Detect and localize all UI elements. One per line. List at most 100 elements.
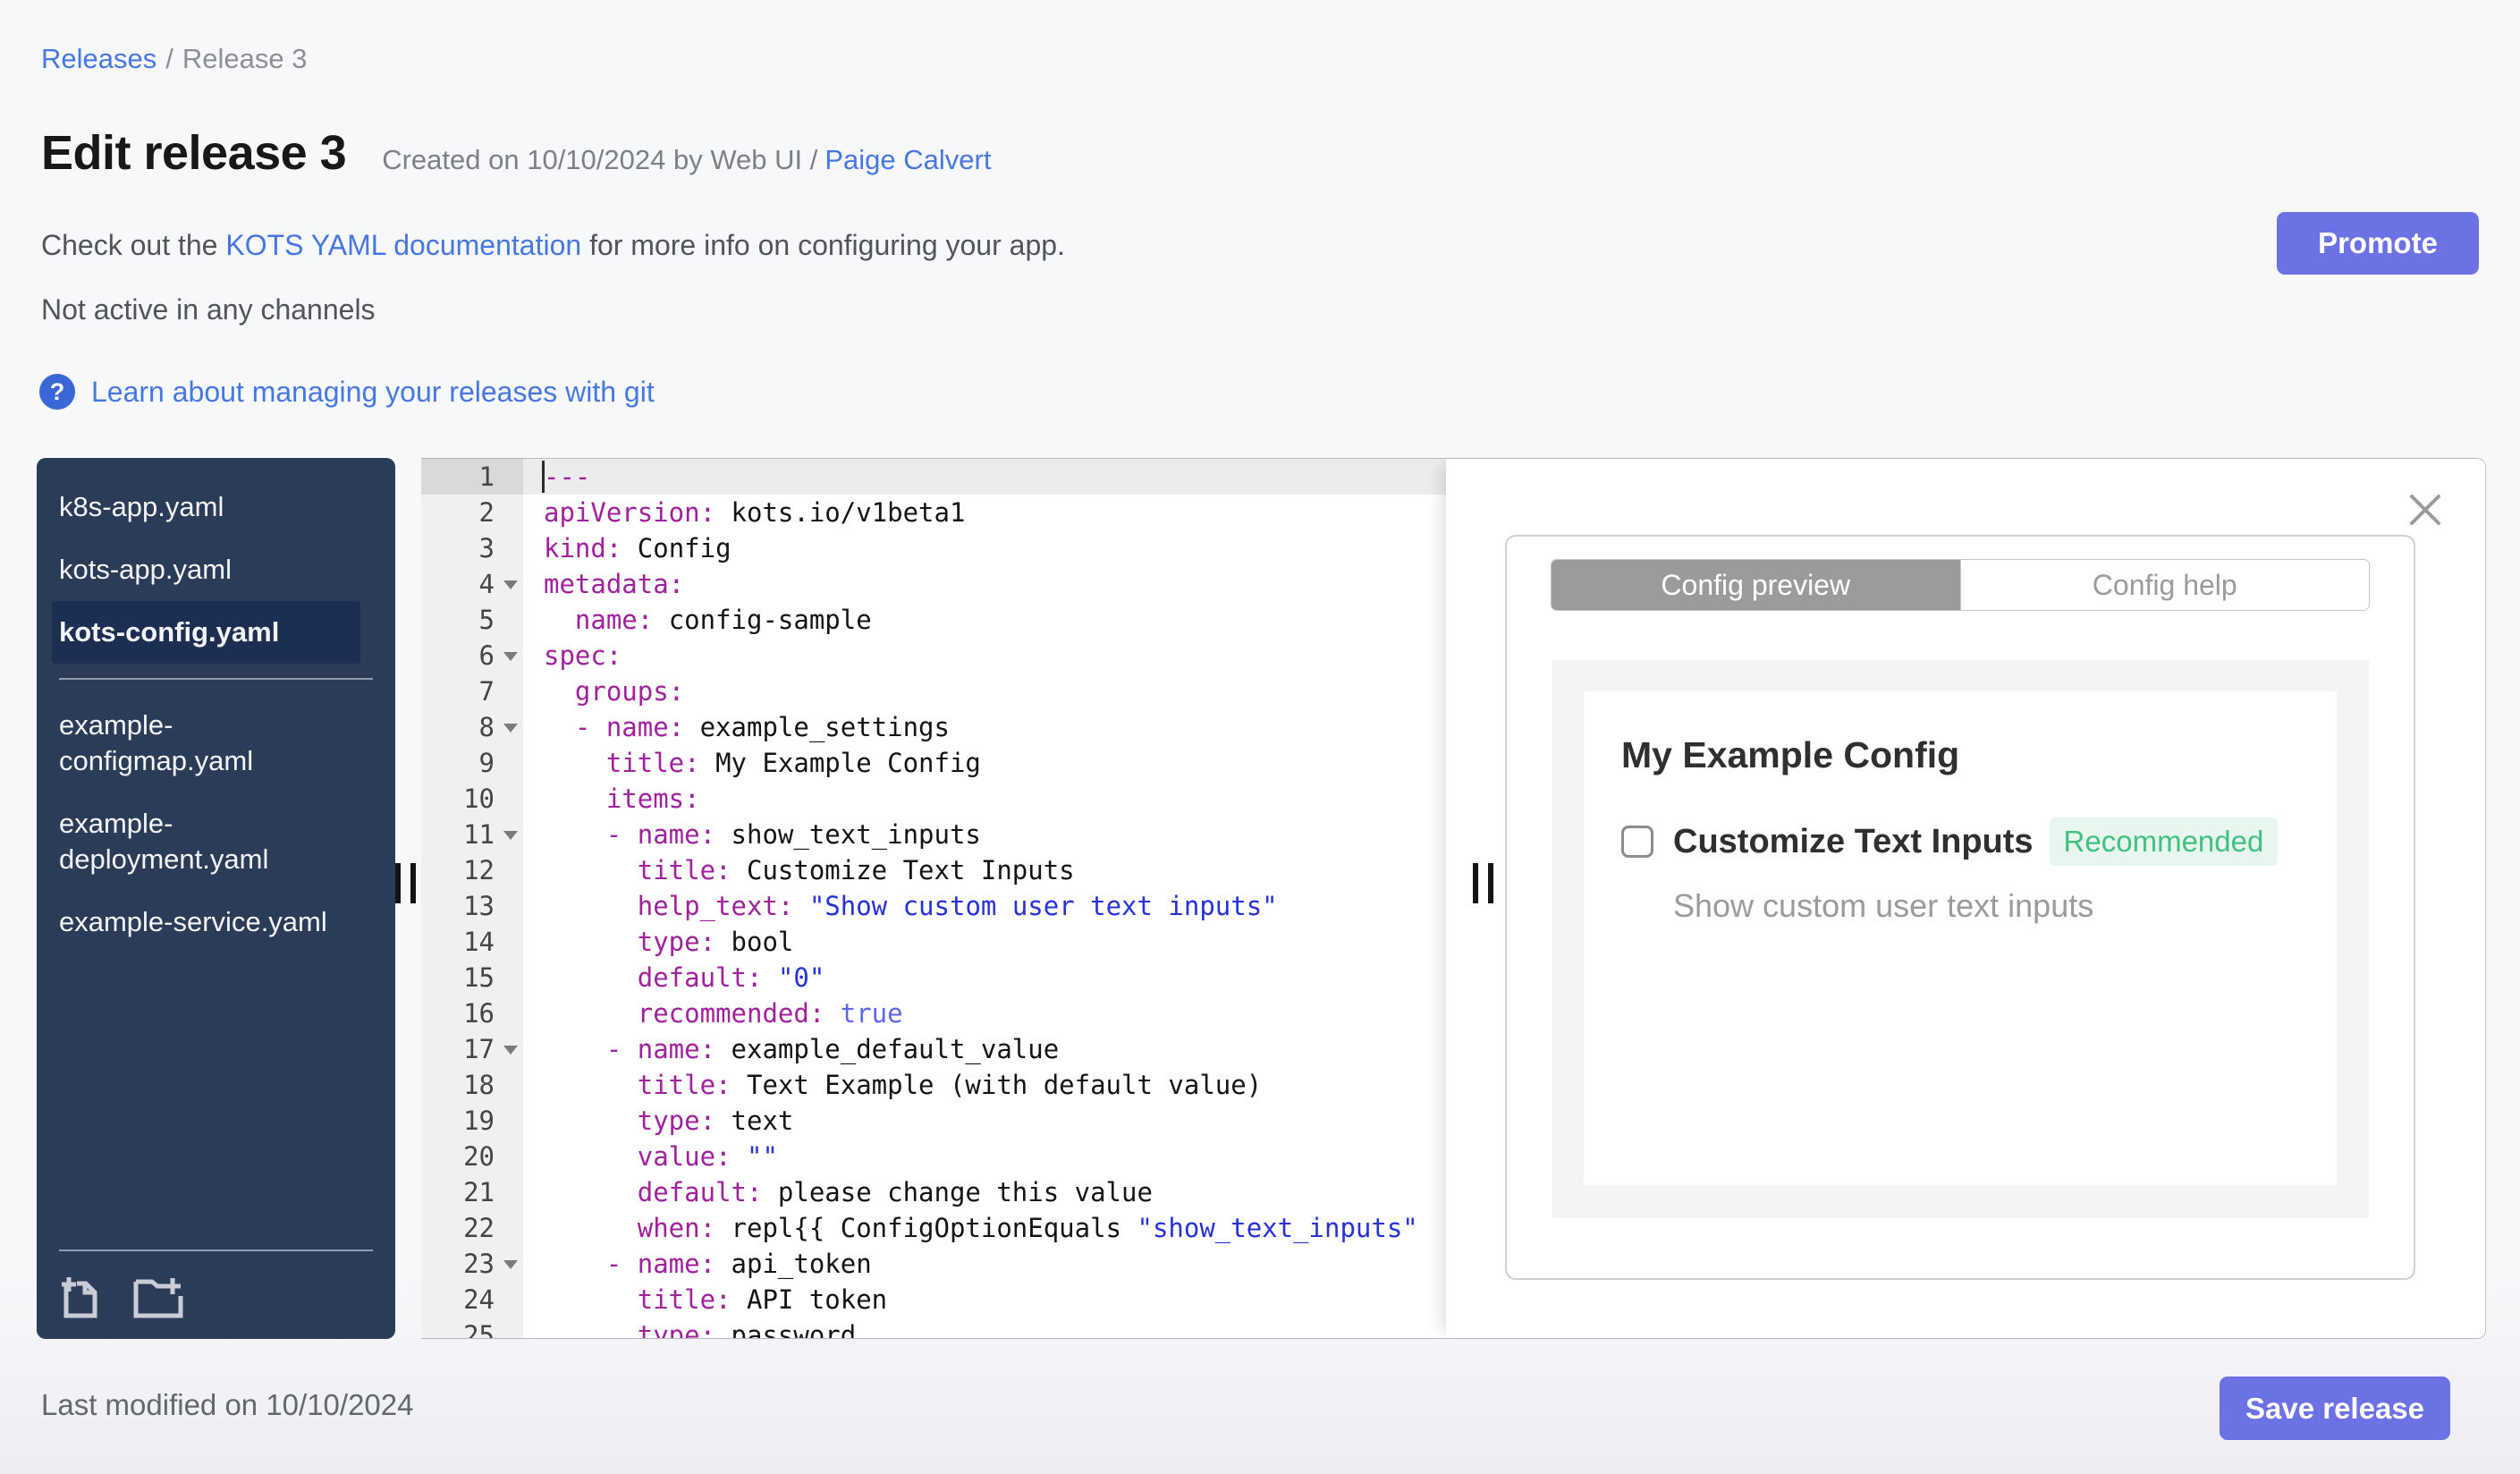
recommended-badge: Recommended [2049, 817, 2279, 866]
gutter-line-2: 2 [478, 497, 495, 528]
code-line-8: - name: example_settings [574, 712, 950, 742]
gutter-line-19: 19 [463, 1106, 495, 1136]
config-item-help: Show custom user text inputs [1673, 887, 2094, 924]
title-row: Edit release 3 Created on 10/10/2024 by … [41, 125, 991, 181]
new-folder-icon[interactable] [132, 1273, 184, 1319]
code-line-21: default: please change this value [637, 1177, 1153, 1207]
gutter-line-10: 10 [463, 784, 495, 814]
fold-toggle-icon[interactable] [503, 831, 518, 840]
breadcrumb-releases-link[interactable]: Releases [41, 43, 156, 74]
config-group-title: My Example Config [1621, 734, 1960, 775]
fold-toggle-icon[interactable] [503, 1046, 518, 1055]
file-item-example-configmap.yaml[interactable]: example-configmap.yaml [52, 694, 360, 792]
code-line-18: title: Text Example (with default value) [637, 1070, 1263, 1100]
main-editor-row: k8s-app.yaml kots-app.yaml kots-config.yam… [37, 458, 2486, 1339]
sidebar-bottom-divider [59, 1250, 373, 1251]
file-item-kots-app.yaml[interactable]: kots-app.yaml [52, 538, 360, 601]
config-preview-box: Config preview Config help My Example Con… [1505, 535, 2415, 1280]
gutter-line-6: 6 [421, 638, 523, 673]
gutter-line-14: 14 [463, 927, 495, 957]
gutter-line-8: 8 [421, 709, 523, 745]
breadcrumb-current: Release 3 [182, 43, 308, 74]
last-modified-text: Last modified on 10/10/2024 [41, 1388, 414, 1421]
gutter-line-20: 20 [463, 1141, 495, 1172]
git-releases-link[interactable]: Learn about managing your releases with … [91, 376, 655, 409]
file-sidebar: k8s-app.yaml kots-app.yaml kots-config.yam… [37, 458, 395, 1339]
gutter-line-1: 1 [421, 459, 523, 495]
channel-status: Not active in any channels [41, 293, 376, 326]
code-line-19: type: text [637, 1106, 794, 1136]
breadcrumb-separator: / [165, 43, 173, 74]
created-text: Created on 10/10/2024 by Web UI / [382, 144, 818, 175]
code-line-15: default: "0" [637, 962, 825, 993]
gutter-line-23: 23 [421, 1246, 523, 1282]
fold-toggle-icon[interactable] [503, 652, 518, 661]
code-editor[interactable]: --- apiVersion: kots.io/v1beta1 kind: Conf… [523, 459, 1446, 1338]
created-author-link[interactable]: Paige Calvert [824, 144, 991, 175]
code-line-20: value: "" [637, 1141, 778, 1172]
editor-gutter: 1 2 3 4 5 6 7 8 9 10 11 12 13 14 15 16 17 18 19 20 21 22 23 24 2… [421, 459, 523, 1338]
gutter-line-5: 5 [478, 605, 495, 635]
config-item-row: Customize Text Inputs Recommended [1621, 817, 2299, 866]
close-icon[interactable] [2405, 489, 2446, 530]
gutter-line-18: 18 [463, 1070, 495, 1100]
code-line-25: type: password [637, 1320, 857, 1338]
file-item-k8s-app.yaml[interactable]: k8s-app.yaml [52, 476, 360, 538]
gutter-line-17: 17 [421, 1031, 523, 1067]
config-preview-surface: My Example Config Customize Text Inputs … [1552, 660, 2369, 1218]
breadcrumb: Releases / Release 3 [41, 43, 307, 75]
tab-config-preview[interactable]: Config preview [1552, 560, 1960, 610]
edit-release-page: Releases / Release 3 Edit release 3 Create… [0, 0, 2520, 1474]
code-line-17: - name: example_default_value [605, 1034, 1060, 1064]
code-line-7: groups: [574, 676, 685, 707]
gutter-line-16: 16 [463, 998, 495, 1029]
sidebar-bottom [52, 1250, 380, 1339]
gutter-line-13: 13 [463, 891, 495, 921]
text-cursor [542, 461, 545, 493]
code-line-11: - name: show_text_inputs [605, 819, 981, 850]
tab-config-help[interactable]: Config help [1959, 560, 2369, 610]
promote-button[interactable]: Promote [2277, 212, 2479, 275]
fold-toggle-icon[interactable] [503, 1260, 518, 1269]
code-line-5: name: config-sample [574, 605, 872, 635]
code-line-4: metadata: [544, 569, 685, 599]
doc-hint: Check out the KOTS YAML documentation fo… [41, 229, 1065, 262]
config-tabs: Config preview Config help [1551, 559, 2370, 611]
code-line-10: items: [605, 784, 700, 814]
gutter-line-4: 4 [421, 566, 523, 602]
code-line-6: spec: [544, 640, 622, 671]
gutter-line-9: 9 [478, 748, 495, 778]
gutter-line-3: 3 [478, 533, 495, 563]
code-line-12: title: Customize Text Inputs [637, 855, 1075, 885]
sidebar-resize-handle[interactable] [395, 863, 416, 903]
code-line-23: - name: api_token [605, 1249, 872, 1279]
fold-toggle-icon[interactable] [503, 580, 518, 589]
file-item-example-deployment.yaml[interactable]: example-deployment.yaml [52, 792, 360, 891]
code-line-2: apiVersion: kots.io/v1beta1 [544, 497, 966, 528]
preview-resize-handle[interactable] [1473, 863, 1493, 903]
save-release-button[interactable]: Save release [2220, 1377, 2450, 1440]
file-item-kots-config.yaml[interactable]: kots-config.yaml [52, 601, 360, 664]
git-help-row: ? Learn about managing your releases wit… [39, 374, 655, 410]
gutter-line-12: 12 [463, 855, 495, 885]
config-preview-pane: Config preview Config help My Example Con… [1446, 459, 2485, 1338]
code-line-22: when: repl{{ ConfigOptionEquals "show_te… [637, 1213, 1418, 1243]
file-item-example-service.yaml[interactable]: example-service.yaml [52, 891, 360, 953]
gutter-line-21: 21 [463, 1177, 495, 1207]
gutter-line-22: 22 [463, 1213, 495, 1243]
kots-yaml-doc-link[interactable]: KOTS YAML documentation [225, 229, 581, 261]
gutter-line-15: 15 [463, 962, 495, 993]
config-item-label: Customize Text Inputs [1673, 822, 2034, 860]
code-line-16: recommended: true [637, 998, 903, 1029]
customize-text-inputs-checkbox[interactable] [1621, 826, 1653, 858]
fold-toggle-icon[interactable] [503, 724, 518, 733]
new-file-icon[interactable] [59, 1273, 102, 1319]
config-preview-card: My Example Config Customize Text Inputs … [1584, 691, 2337, 1185]
question-icon[interactable]: ? [39, 374, 75, 410]
code-line-14: type: bool [637, 927, 794, 957]
code-line-1: --- [523, 459, 1446, 495]
doc-hint-prefix: Check out the [41, 229, 226, 261]
file-group-divider [59, 678, 373, 680]
gutter-line-7: 7 [478, 676, 495, 707]
code-line-24: title: API token [637, 1284, 888, 1315]
